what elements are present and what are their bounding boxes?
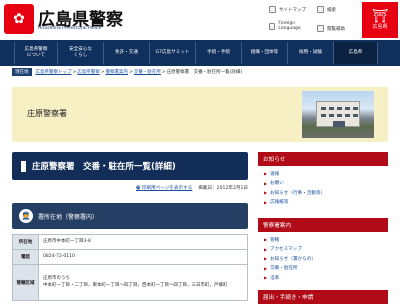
sidebar-list-station-guide: ▶ 管轄 ▶ アクセスマップ ▶ お知らせ（署からの） ▶ 交番・駐在所 ▶ 沿革 xyxy=(258,232,388,286)
station-banner: 庄原警察署 xyxy=(12,87,388,142)
nav-item-recruitment[interactable]: 採用・試験 xyxy=(288,42,334,64)
table-row: 所在地 庄原市中本町一丁目3-8 xyxy=(12,234,248,250)
arrow-right-icon: ▶ xyxy=(264,190,268,196)
arrow-right-icon: ▶ xyxy=(264,180,268,186)
station-info-table: 所在地 庄原市中本町一丁目3-8 電話 0824-72-0110 管轄区域 庄原… xyxy=(12,234,248,301)
table-cell: 0824-72-0110 xyxy=(38,249,248,265)
table-header-cell: 電話 xyxy=(12,249,39,265)
station-building-image xyxy=(316,101,360,127)
page-meta: 🖶 印刷用ページを表示する 掲載日：2012年2月1日 xyxy=(12,183,248,193)
site-subtitle: Hiroshima Prefectural Police xyxy=(38,26,102,31)
page-title: 庄原警察署 交番・駐在所一覧(詳細) xyxy=(12,152,248,180)
nav-item-license-traffic[interactable]: 免許・交通 xyxy=(104,42,150,64)
breadcrumb-link[interactable]: 広島県警察 xyxy=(77,69,100,75)
sidebar-list-news: ▶ 速報 ▶ お願い ▶ お知らせ（行事・活動等） ▶ 広報紙等 xyxy=(258,166,388,210)
sidebar-item[interactable]: ▶ 交番・駐在所 xyxy=(264,264,388,274)
table-row: 電話 0824-72-0110 xyxy=(12,249,248,265)
breadcrumb-label: 現在地 xyxy=(12,68,32,76)
prefecture-mark-icon: ⛩ xyxy=(371,9,389,24)
arrow-right-icon: ▶ xyxy=(264,237,268,243)
table-cell: 庄原市中本町一丁目3-8 xyxy=(38,234,248,250)
sidebar: お知らせ ▶ 速報 ▶ お願い ▶ お知らせ（行事・活動等） ▶ 広報紙等 警察署案内 … xyxy=(258,152,388,304)
search-icon xyxy=(317,6,324,13)
arrow-right-icon: ▶ xyxy=(264,265,268,271)
language-link[interactable]: Foreign Language xyxy=(269,21,314,32)
hiroshima-prefecture-logo[interactable]: ⛩ 広島県 xyxy=(362,2,398,38)
header-tools: サイトマップ 検索 Foreign Language 閲覧補助 xyxy=(267,3,359,37)
title-marker-icon xyxy=(21,160,26,172)
table-cell: 庄原市のうち 中本町一丁目・二丁目，東本町一丁目～四丁目，西本町一丁目～四丁目，… xyxy=(38,264,248,301)
sidebar-heading-applications: 届出・手続き・申請 xyxy=(258,289,388,304)
nav-item-safety[interactable]: 安全安心な くらし xyxy=(58,42,104,64)
sidebar-item[interactable]: ▶ 広報紙等 xyxy=(264,198,388,208)
police-emblem-icon[interactable]: ✿ xyxy=(4,4,34,34)
arrow-right-icon: ▶ xyxy=(264,275,268,281)
breadcrumb-link[interactable]: 警察署案内 xyxy=(106,69,129,75)
sidebar-item[interactable]: ▶ 速報 xyxy=(264,169,388,179)
nav-item-organization[interactable]: 組織・団体等 xyxy=(242,42,288,64)
sidebar-heading-station-guide: 警察署案内 xyxy=(258,218,388,232)
site-header: ✿ 広島県警察 Hiroshima Prefectural Police サイト… xyxy=(0,0,400,40)
arrow-right-icon: ▶ xyxy=(264,246,268,252)
search-link[interactable]: 検索 xyxy=(317,6,336,13)
print-page-link[interactable]: 🖶 印刷用ページを表示する xyxy=(136,184,192,192)
banner-title: 庄原警察署 xyxy=(27,109,67,118)
table-header-cell: 管轄区域 xyxy=(12,264,39,301)
table-row: 管轄区域 庄原市のうち 中本町一丁目・二丁目，東本町一丁目～四丁目，西本町一丁目… xyxy=(12,264,248,301)
table-header-cell: 所在地 xyxy=(12,234,39,250)
sidebar-item[interactable]: ▶ アクセスマップ xyxy=(264,245,388,255)
breadcrumb-link[interactable]: 広島県警察トップ xyxy=(36,69,72,75)
arrow-right-icon: ▶ xyxy=(264,199,268,205)
sitemap-icon xyxy=(269,6,276,13)
sidebar-item[interactable]: ▶ お願い xyxy=(264,179,388,189)
arrow-right-icon: ▶ xyxy=(264,171,268,177)
police-officer-icon: 👮 xyxy=(19,209,33,223)
sidebar-item[interactable]: ▶ 管轄 xyxy=(264,235,388,245)
nav-item-prefecture[interactable]: 広島県 xyxy=(334,42,378,64)
station-photo xyxy=(302,91,374,138)
nav-item-about[interactable]: 広島県警察 について xyxy=(14,42,58,64)
globe-icon xyxy=(269,23,276,31)
sitemap-link[interactable]: サイトマップ xyxy=(269,6,306,13)
read-aloud-link[interactable]: 閲覧補助 xyxy=(317,25,345,32)
sidebar-item[interactable]: ▶ お知らせ（行事・活動等） xyxy=(264,188,388,198)
breadcrumb-link[interactable]: 交番・駐在所 xyxy=(134,69,161,75)
speaker-icon xyxy=(317,25,324,32)
arrow-right-icon: ▶ xyxy=(264,256,268,262)
nav-item-procedures[interactable]: 手続・手続 xyxy=(196,42,242,64)
nav-item-g7-summit[interactable]: G7広島サミット xyxy=(150,42,196,64)
sidebar-item[interactable]: ▶ お知らせ（署からの） xyxy=(264,254,388,264)
prefecture-logo-text: 広島県 xyxy=(372,24,388,30)
breadcrumb-current: 庄原警察署 交番・駐在所一覧(詳細) xyxy=(166,70,243,75)
breadcrumb: 現在地 広島県警察トップ > 広島県警察 > 警察署案内 > 交番・駐在所 > 庄原警察… xyxy=(0,66,400,78)
section-heading: 👮 署所在地（警察署内） xyxy=(12,203,248,229)
sidebar-heading-news: お知らせ xyxy=(258,152,388,166)
global-nav: 広島県警察 について 安全安心な くらし 免許・交通 G7広島サミット 手続・手… xyxy=(0,40,400,66)
published-date: 掲載日：2012年2月1日 xyxy=(198,186,248,191)
sidebar-item[interactable]: ▶ 沿革 xyxy=(264,273,388,283)
